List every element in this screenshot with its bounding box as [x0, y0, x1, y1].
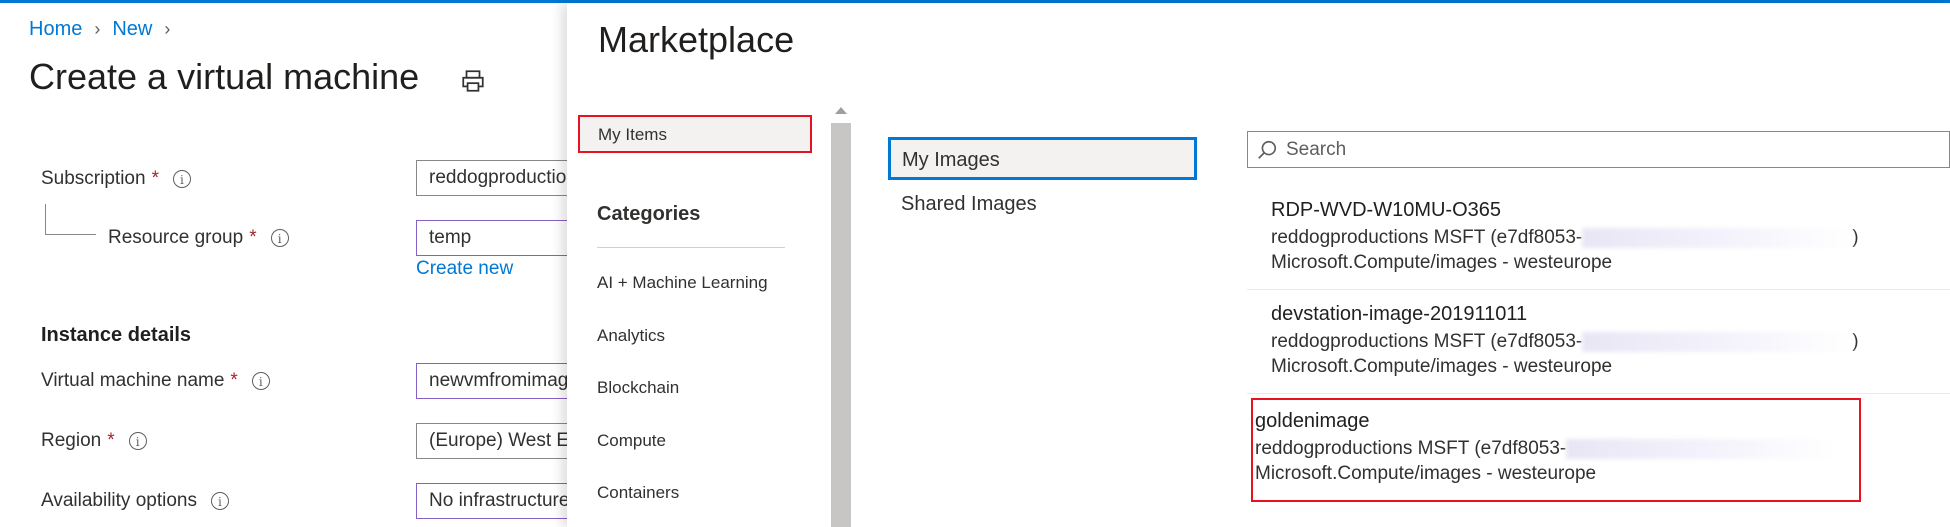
image-name: devstation-image-201911011 [1271, 303, 1528, 325]
breadcrumb-new[interactable]: New [112, 18, 152, 41]
image-result[interactable]: devstation-image-201911011 reddogproduct… [1247, 293, 1950, 394]
search-placeholder: Search [1286, 138, 1347, 160]
breadcrumb: Home › New › [29, 18, 182, 41]
create-new-link[interactable]: Create new [416, 258, 513, 280]
category-blockchain[interactable]: Blockchain [597, 378, 679, 398]
image-result[interactable]: RDP-WVD-W10MU-O365 reddogproductions MSF… [1247, 189, 1950, 290]
required-marker: * [249, 227, 257, 248]
image-name: goldenimage [1255, 410, 1370, 432]
required-marker: * [107, 430, 115, 451]
tab-shared-images[interactable]: Shared Images [901, 193, 1037, 216]
image-publisher: reddogproductions MSFT (e7df8053- [1255, 438, 1837, 460]
page-title: Create a virtual machine [29, 56, 420, 97]
vm-name-label: Virtual machine name * i [41, 370, 270, 392]
marketplace-title: Marketplace [598, 19, 795, 60]
redacted-block [1582, 227, 1853, 248]
chevron-right-icon: › [164, 19, 171, 39]
info-icon[interactable]: i [270, 229, 289, 247]
category-containers[interactable]: Containers [597, 483, 679, 503]
divider [597, 247, 785, 248]
category-ai-ml[interactable]: AI + Machine Learning [597, 273, 768, 293]
image-publisher: reddogproductions MSFT (e7df8053-) [1271, 331, 1859, 352]
region-label: Region * i [41, 430, 147, 452]
required-marker: * [230, 370, 238, 391]
info-icon[interactable]: i [172, 170, 191, 188]
image-type: Microsoft.Compute/images - westeurope [1255, 463, 1597, 484]
search-input[interactable]: Search [1247, 131, 1950, 168]
category-scrollbar[interactable] [831, 123, 851, 527]
category-analytics[interactable]: Analytics [597, 326, 665, 346]
image-publisher: reddogproductions MSFT (e7df8053-) [1271, 227, 1859, 248]
scroll-up-arrow-icon[interactable] [835, 107, 847, 114]
chevron-right-icon: › [94, 19, 101, 39]
image-name: RDP-WVD-W10MU-O365 [1271, 199, 1502, 221]
info-icon[interactable]: i [251, 372, 270, 390]
marketplace-panel: Marketplace My Items Categories AI + Mac… [567, 3, 1950, 527]
redacted-block [1566, 438, 1837, 459]
redacted-block [1582, 331, 1853, 352]
tree-connector [45, 204, 96, 235]
tab-my-images[interactable]: My Images [888, 137, 1197, 180]
categories-heading: Categories [597, 203, 701, 225]
category-compute[interactable]: Compute [597, 431, 666, 451]
required-marker: * [151, 168, 159, 189]
instance-details-heading: Instance details [41, 324, 192, 346]
image-type: Microsoft.Compute/images - westeurope [1271, 356, 1613, 377]
image-result-highlighted[interactable]: goldenimage reddogproductions MSFT (e7df… [1251, 398, 1861, 502]
info-icon[interactable]: i [128, 432, 147, 450]
info-icon[interactable]: i [210, 492, 229, 510]
print-icon[interactable] [460, 68, 486, 94]
resource-group-label: Resource group * i [108, 227, 289, 249]
image-type: Microsoft.Compute/images - westeurope [1271, 252, 1613, 273]
subscription-label: Subscription * i [41, 168, 191, 190]
search-icon [1258, 140, 1277, 159]
my-items-nav[interactable]: My Items [578, 115, 812, 153]
availability-label: Availability options i [41, 490, 229, 512]
breadcrumb-home[interactable]: Home [29, 18, 82, 41]
